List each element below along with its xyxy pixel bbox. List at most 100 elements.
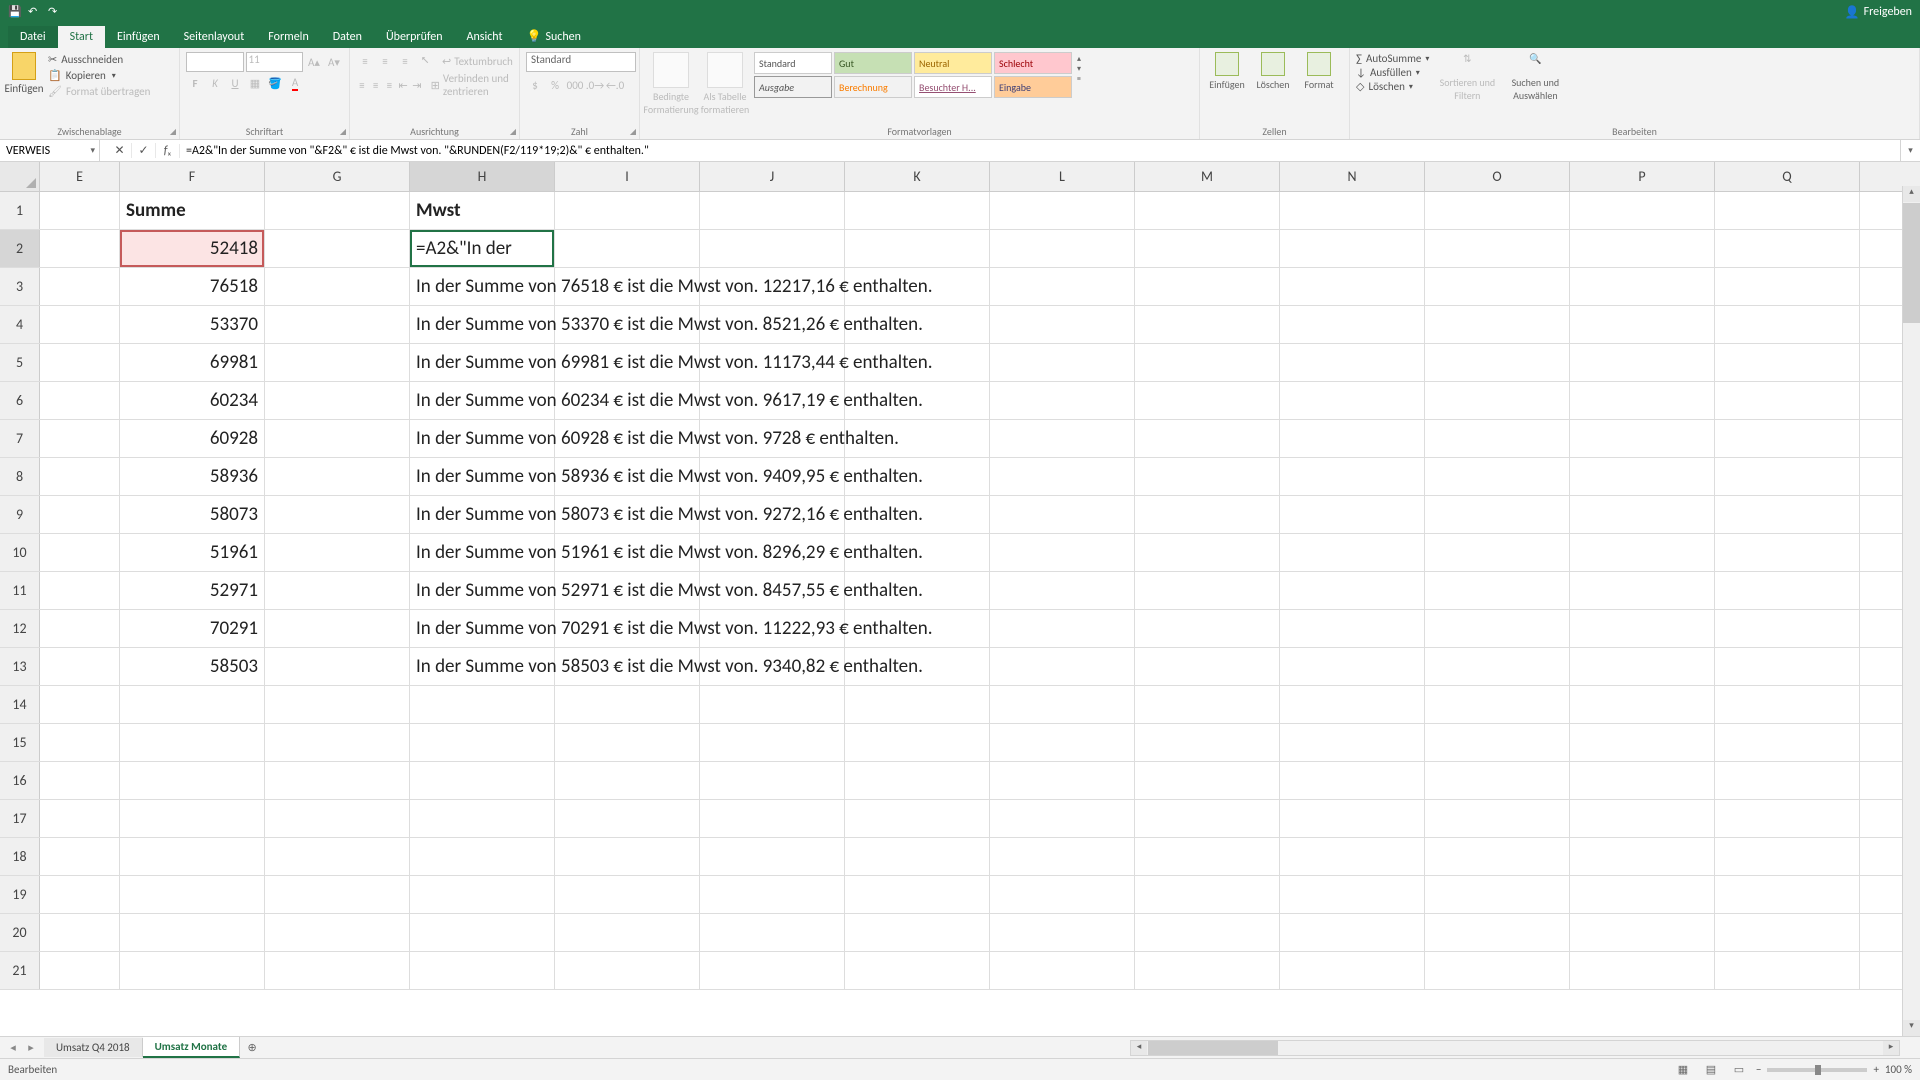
align-bottom-button[interactable]: ≡ (396, 52, 414, 70)
cancel-formula-button[interactable]: ✕ (108, 143, 132, 158)
cell-G14[interactable] (265, 686, 410, 723)
col-header-J[interactable]: J (700, 162, 845, 191)
cell-K1[interactable] (845, 192, 990, 229)
alignment-launcher[interactable]: ◢ (510, 127, 516, 137)
align-right-button[interactable]: ≡ (383, 76, 395, 94)
cell-M8[interactable] (1135, 458, 1280, 495)
decrease-decimal-button[interactable]: ←.0 (606, 76, 624, 94)
row-header-8[interactable]: 8 (0, 458, 40, 495)
cell-F15[interactable] (120, 724, 265, 761)
cell-P21[interactable] (1570, 952, 1715, 989)
row-header-15[interactable]: 15 (0, 724, 40, 761)
cell-E11[interactable] (40, 572, 120, 609)
cell-O2[interactable] (1425, 230, 1570, 267)
cell-M10[interactable] (1135, 534, 1280, 571)
cell-Q16[interactable] (1715, 762, 1860, 799)
cell-M19[interactable] (1135, 876, 1280, 913)
cell-G18[interactable] (265, 838, 410, 875)
cell-F14[interactable] (120, 686, 265, 723)
cell-O17[interactable] (1425, 800, 1570, 837)
cell-N16[interactable] (1280, 762, 1425, 799)
cell-H18[interactable] (410, 838, 555, 875)
col-header-G[interactable]: G (265, 162, 410, 191)
cell-F10[interactable]: 51961 (120, 534, 265, 571)
tab-formulas[interactable]: Formeln (256, 26, 320, 48)
cell-Q2[interactable] (1715, 230, 1860, 267)
cell-E6[interactable] (40, 382, 120, 419)
col-header-K[interactable]: K (845, 162, 990, 191)
cell-L3[interactable] (990, 268, 1135, 305)
col-header-H[interactable]: H (410, 162, 555, 191)
row-header-5[interactable]: 5 (0, 344, 40, 381)
cell-L19[interactable] (990, 876, 1135, 913)
cell-N12[interactable] (1280, 610, 1425, 647)
cell-P2[interactable] (1570, 230, 1715, 267)
cell-G12[interactable] (265, 610, 410, 647)
style-schlecht[interactable]: Schlecht (994, 52, 1072, 74)
cell-Q17[interactable] (1715, 800, 1860, 837)
font-size-select[interactable]: 11 (246, 52, 304, 72)
cell-K15[interactable] (845, 724, 990, 761)
cell-O8[interactable] (1425, 458, 1570, 495)
cell-L18[interactable] (990, 838, 1135, 875)
cell-H10[interactable]: In der Summe von 51961 € ist die Mwst vo… (410, 534, 555, 571)
cell-Q11[interactable] (1715, 572, 1860, 609)
cell-Q19[interactable] (1715, 876, 1860, 913)
zoom-in-button[interactable]: + (1873, 1063, 1878, 1076)
row-header-3[interactable]: 3 (0, 268, 40, 305)
cell-F17[interactable] (120, 800, 265, 837)
cell-O5[interactable] (1425, 344, 1570, 381)
cell-M1[interactable] (1135, 192, 1280, 229)
cell-O19[interactable] (1425, 876, 1570, 913)
cell-O14[interactable] (1425, 686, 1570, 723)
cell-G6[interactable] (265, 382, 410, 419)
cell-K17[interactable] (845, 800, 990, 837)
row-header-18[interactable]: 18 (0, 838, 40, 875)
cell-M20[interactable] (1135, 914, 1280, 951)
style-neutral[interactable]: Neutral (914, 52, 992, 74)
increase-indent-button[interactable]: ⇥ (411, 76, 423, 94)
cell-E2[interactable] (40, 230, 120, 267)
row-header-10[interactable]: 10 (0, 534, 40, 571)
cell-L5[interactable] (990, 344, 1135, 381)
insert-cells-button[interactable]: Einfügen (1206, 52, 1248, 91)
copy-button[interactable]: 📋Kopieren▾ (46, 68, 152, 83)
cell-P12[interactable] (1570, 610, 1715, 647)
cell-Q3[interactable] (1715, 268, 1860, 305)
cell-H16[interactable] (410, 762, 555, 799)
cell-O7[interactable] (1425, 420, 1570, 457)
tell-me-search[interactable]: 💡 Suchen (515, 25, 593, 48)
cell-Q10[interactable] (1715, 534, 1860, 571)
cell-F7[interactable]: 60928 (120, 420, 265, 457)
align-middle-button[interactable]: ≡ (376, 52, 394, 70)
cell-E20[interactable] (40, 914, 120, 951)
cell-O21[interactable] (1425, 952, 1570, 989)
cell-G8[interactable] (265, 458, 410, 495)
currency-button[interactable]: $ (526, 76, 544, 94)
cell-P8[interactable] (1570, 458, 1715, 495)
find-select-button[interactable]: 🔍 Suchen und Auswählen (1505, 52, 1565, 102)
cell-F9[interactable]: 58073 (120, 496, 265, 533)
cell-L14[interactable] (990, 686, 1135, 723)
hscroll-thumb[interactable] (1148, 1041, 1278, 1055)
col-header-I[interactable]: I (555, 162, 700, 191)
cell-N17[interactable] (1280, 800, 1425, 837)
cut-button[interactable]: ✂Ausschneiden (46, 52, 152, 67)
cell-H7[interactable]: In der Summe von 60928 € ist die Mwst vo… (410, 420, 555, 457)
cell-L20[interactable] (990, 914, 1135, 951)
col-header-N[interactable]: N (1280, 162, 1425, 191)
cell-I17[interactable] (555, 800, 700, 837)
cell-L12[interactable] (990, 610, 1135, 647)
cell-E13[interactable] (40, 648, 120, 685)
cell-M5[interactable] (1135, 344, 1280, 381)
delete-cells-button[interactable]: Löschen (1252, 52, 1294, 91)
cell-P16[interactable] (1570, 762, 1715, 799)
cell-P5[interactable] (1570, 344, 1715, 381)
cell-Q7[interactable] (1715, 420, 1860, 457)
cell-I15[interactable] (555, 724, 700, 761)
cell-L7[interactable] (990, 420, 1135, 457)
cell-P15[interactable] (1570, 724, 1715, 761)
cell-H14[interactable] (410, 686, 555, 723)
cell-O9[interactable] (1425, 496, 1570, 533)
save-icon[interactable]: 💾 (8, 6, 20, 18)
